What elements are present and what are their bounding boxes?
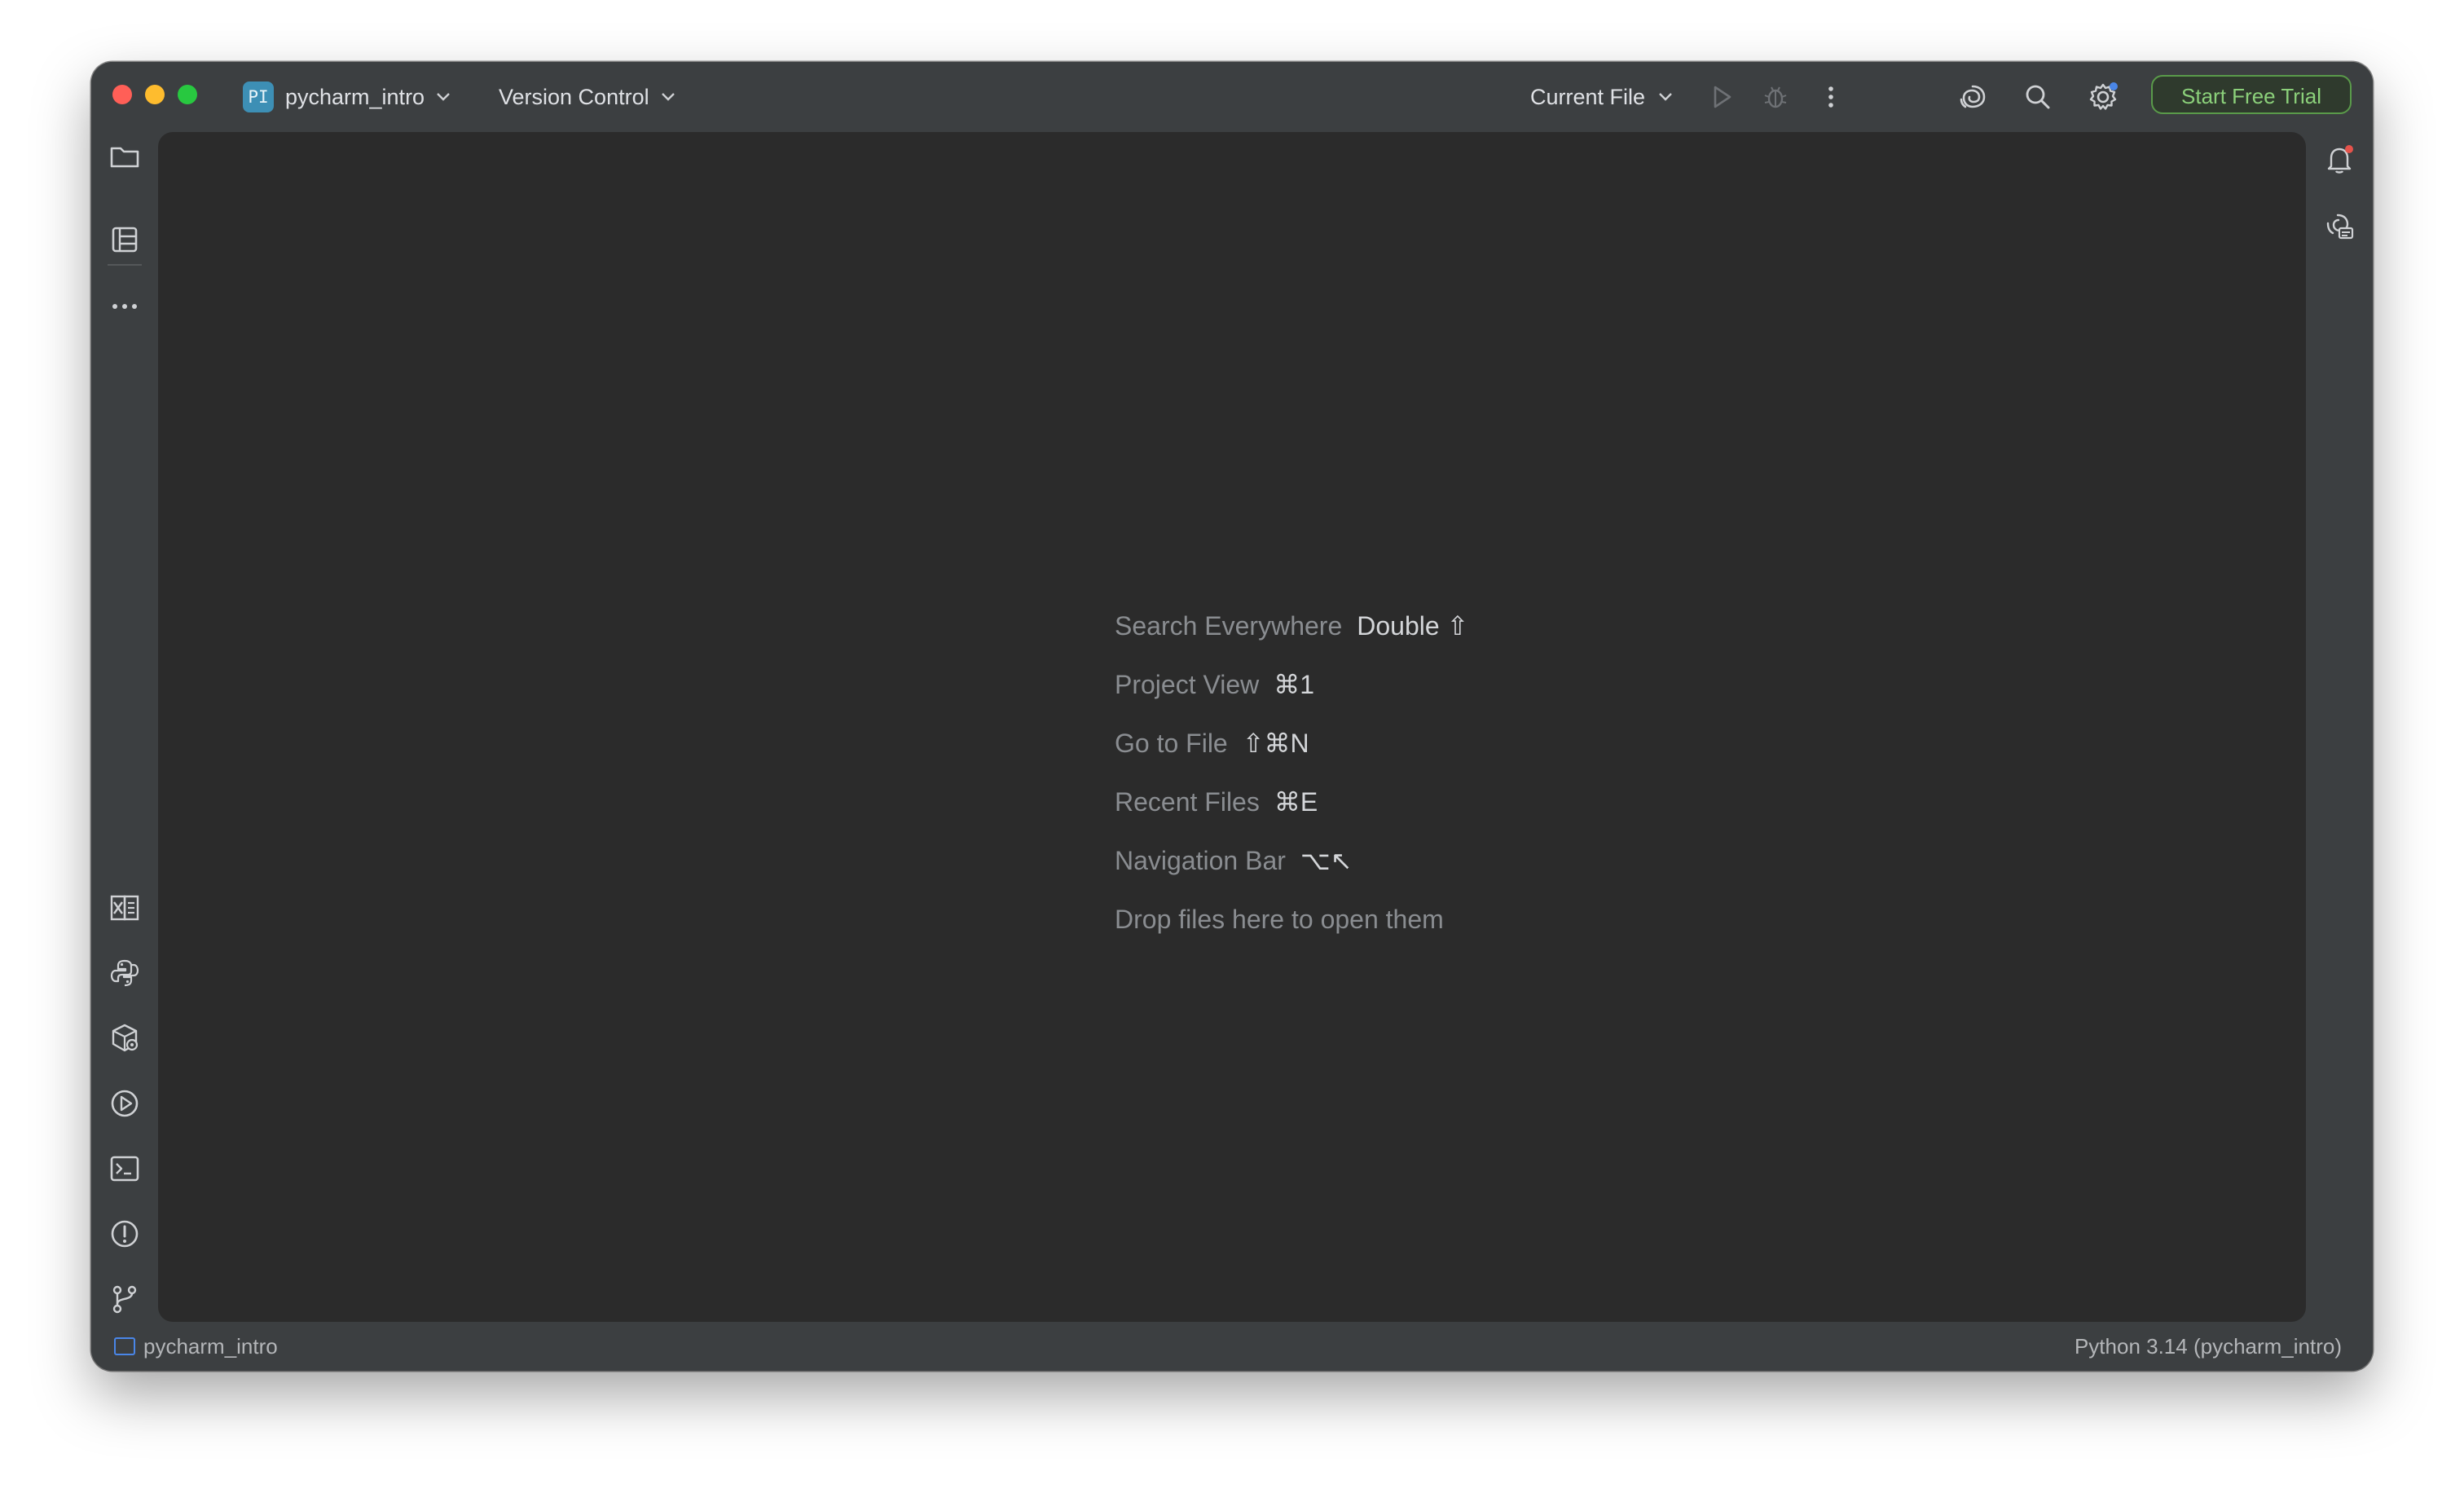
- git-icon[interactable]: [107, 1281, 143, 1317]
- data-view-icon[interactable]: [107, 890, 143, 926]
- project-folder-icon: [114, 1337, 135, 1356]
- hint-shortcut: ⇧⌘N: [1242, 729, 1309, 758]
- notifications-icon[interactable]: [2321, 142, 2357, 178]
- version-control-menu[interactable]: Version Control: [499, 78, 649, 116]
- hint-shortcut: ⌘E: [1274, 787, 1318, 817]
- settings-icon[interactable]: [2086, 80, 2120, 114]
- status-project-name: pycharm_intro: [143, 1334, 278, 1359]
- status-project-breadcrumb[interactable]: pycharm_intro: [114, 1330, 278, 1363]
- minimize-window-button[interactable]: [145, 85, 165, 104]
- project-badge[interactable]: PI: [243, 81, 274, 112]
- right-tool-strip: [2306, 132, 2373, 1322]
- notification-dot: [2345, 145, 2353, 153]
- drop-files-text: Drop files here to open them: [1115, 905, 1444, 934]
- start-free-trial-button[interactable]: Start Free Trial: [2151, 75, 2352, 114]
- title-bar: PI pycharm_intro Version Control Current…: [91, 62, 2373, 132]
- hint-project-view: Project View ⌘1: [1115, 667, 1314, 702]
- services-icon[interactable]: [107, 1086, 143, 1121]
- python-interpreter-selector[interactable]: Python 3.14 (pycharm_intro): [2075, 1330, 2342, 1363]
- hint-go-to-file: Go to File ⇧⌘N: [1115, 725, 1309, 761]
- run-configuration-selector[interactable]: Current File: [1530, 78, 1645, 116]
- editor-empty-state[interactable]: Search Everywhere Double ⇧ Project View ⌘1…: [158, 132, 2306, 1322]
- hint-label: Navigation Bar: [1115, 846, 1286, 875]
- hint-label: Recent Files: [1115, 787, 1260, 817]
- problems-icon[interactable]: [107, 1216, 143, 1252]
- hint-label: Project View: [1115, 670, 1260, 699]
- folder-icon[interactable]: [107, 139, 143, 174]
- hint-recent-files: Recent Files ⌘E: [1115, 784, 1318, 820]
- ide-window: PI pycharm_intro Version Control Current…: [91, 62, 2373, 1371]
- chevron-down-icon[interactable]: [435, 91, 451, 103]
- hint-navigation-bar: Navigation Bar ⌥↖: [1115, 843, 1353, 879]
- hint-label: Search Everywhere: [1115, 611, 1343, 641]
- run-icon[interactable]: [1705, 80, 1739, 114]
- status-bar: pycharm_intro Python 3.14 (pycharm_intro…: [91, 1322, 2373, 1371]
- terminal-icon[interactable]: [107, 1151, 143, 1187]
- python-console-icon[interactable]: [107, 955, 143, 991]
- hint-shortcut: Double ⇧: [1357, 611, 1469, 641]
- strip-divider: [108, 264, 142, 266]
- ai-assistant-icon[interactable]: [2321, 209, 2357, 244]
- python-packages-icon[interactable]: [107, 1020, 143, 1056]
- more-vertical-icon[interactable]: [1814, 80, 1848, 114]
- hint-shortcut: ⌘1: [1274, 670, 1315, 699]
- search-icon[interactable]: [2021, 80, 2055, 114]
- ai-spiral-icon[interactable]: [1956, 80, 1990, 114]
- hint-search-everywhere: Search Everywhere Double ⇧: [1115, 608, 1468, 644]
- drop-files-hint: Drop files here to open them: [1115, 901, 1444, 937]
- hint-shortcut: ⌥↖: [1300, 846, 1353, 875]
- structure-icon[interactable]: [107, 222, 143, 258]
- settings-update-dot: [2110, 82, 2118, 90]
- left-tool-strip: [91, 132, 158, 1322]
- project-switcher[interactable]: pycharm_intro: [285, 78, 425, 116]
- chevron-down-icon[interactable]: [660, 91, 676, 103]
- more-icon[interactable]: [107, 288, 143, 324]
- chevron-down-icon[interactable]: [1657, 91, 1674, 103]
- zoom-window-button[interactable]: [178, 85, 197, 104]
- hint-label: Go to File: [1115, 729, 1228, 758]
- close-window-button[interactable]: [112, 85, 132, 104]
- debug-icon[interactable]: [1758, 80, 1793, 114]
